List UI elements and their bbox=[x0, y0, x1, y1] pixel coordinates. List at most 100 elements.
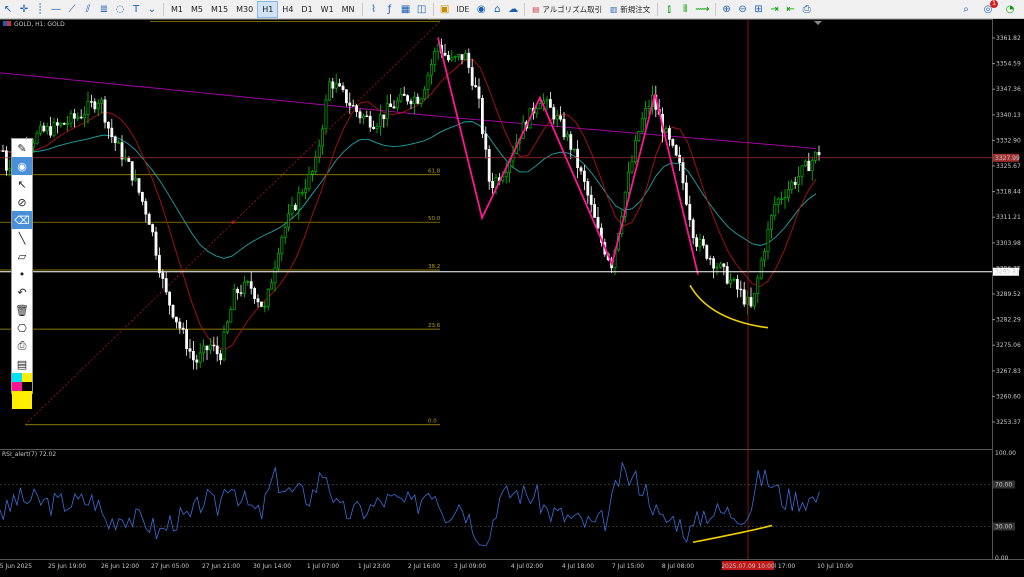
timeframe-h1[interactable]: H1 bbox=[257, 0, 279, 18]
pen-icon[interactable]: ✎ bbox=[12, 139, 32, 157]
camera-icon[interactable]: ⎔ bbox=[12, 319, 32, 337]
candle-body bbox=[565, 134, 569, 138]
line-icon[interactable]: ╲ bbox=[12, 229, 32, 247]
candle-body bbox=[491, 181, 495, 188]
timeframe-m1[interactable]: M1 bbox=[167, 1, 187, 18]
candles-icon[interactable]: ⦀ bbox=[677, 1, 693, 18]
templates-icon[interactable]: ▦ bbox=[398, 1, 414, 18]
timeframe-w1[interactable]: W1 bbox=[317, 1, 338, 18]
fibonacci-icon[interactable]: ≣ bbox=[96, 1, 112, 18]
dot-icon[interactable]: • bbox=[12, 265, 32, 283]
vertical-line-icon[interactable]: ┊ bbox=[32, 1, 48, 18]
candle-body bbox=[402, 93, 406, 96]
candle-body bbox=[110, 127, 114, 138]
trash-icon[interactable]: 🗑 bbox=[12, 301, 32, 319]
eraser-icon[interactable]: ⌫ bbox=[12, 211, 32, 229]
scroll-chart-icon[interactable]: ⇥ bbox=[767, 1, 783, 18]
candle-body bbox=[66, 122, 70, 125]
search-icon[interactable]: ⌕ bbox=[958, 1, 974, 18]
candle-body bbox=[263, 305, 267, 308]
candle-body bbox=[559, 115, 563, 120]
channel-icon[interactable]: ⫽ bbox=[80, 1, 96, 18]
zoom-in-icon[interactable]: ⊕ bbox=[719, 1, 735, 18]
fib-level-label: 50.0 bbox=[428, 216, 441, 222]
timeframe-m5[interactable]: M5 bbox=[187, 1, 207, 18]
trendline-icon[interactable]: ⟋ bbox=[64, 1, 80, 18]
candle-body bbox=[586, 181, 590, 196]
candle-body bbox=[38, 125, 42, 134]
candle-body bbox=[178, 321, 182, 329]
candle-body bbox=[175, 316, 178, 323]
palette-icon[interactable] bbox=[12, 373, 32, 391]
candle-body bbox=[93, 101, 97, 110]
candle-body bbox=[256, 298, 260, 303]
candle-body bbox=[504, 172, 508, 178]
candle-body bbox=[708, 258, 712, 260]
shapes-icon[interactable]: ◌ bbox=[112, 1, 128, 18]
candle-body bbox=[375, 125, 379, 130]
market-icon[interactable]: ⌂ bbox=[489, 1, 505, 18]
color-yellow-icon[interactable] bbox=[12, 391, 32, 409]
algo-trading-label: アルゴリズム取引 bbox=[542, 4, 603, 14]
candle-body bbox=[535, 108, 539, 114]
editor-icon[interactable]: ▣ bbox=[437, 1, 453, 18]
clipboard-icon[interactable]: ▤ bbox=[12, 355, 32, 373]
candle-body bbox=[562, 118, 566, 138]
algo-trading-button[interactable]: ▤ アルゴリズム取引 bbox=[528, 1, 606, 18]
eye-icon[interactable]: ◉ bbox=[12, 157, 32, 175]
line-chart-icon[interactable]: ⟿ bbox=[693, 1, 711, 18]
arrow-icon[interactable]: ↖ bbox=[12, 175, 32, 193]
timeframe-d1[interactable]: D1 bbox=[297, 1, 316, 18]
candle-body bbox=[678, 154, 682, 163]
price-tick-label: 3347.36 bbox=[996, 86, 1021, 93]
candle-body bbox=[803, 160, 807, 167]
timeframe-h4[interactable]: H4 bbox=[278, 1, 297, 18]
crosshair-icon[interactable]: ✛ bbox=[16, 1, 32, 18]
cursor-icon[interactable]: ↖ bbox=[0, 1, 16, 18]
timeframe-m15[interactable]: M15 bbox=[207, 1, 232, 18]
signal-strength-icon[interactable]: ◔ bbox=[1002, 1, 1018, 18]
zoom-out-icon[interactable]: ⊖ bbox=[735, 1, 751, 18]
tile-windows-icon[interactable]: ⊞ bbox=[751, 1, 767, 18]
candle-body bbox=[141, 192, 144, 202]
candle-body bbox=[735, 278, 739, 290]
chart-type-icon[interactable]: ⌇ bbox=[366, 1, 382, 18]
separator bbox=[361, 2, 363, 16]
timeframe-m30[interactable]: M30 bbox=[232, 1, 257, 18]
ide-button[interactable]: IDE bbox=[453, 1, 474, 18]
price-tick-label: 3325.67 bbox=[996, 163, 1021, 170]
chart-background bbox=[0, 19, 1024, 577]
notification-area[interactable]: ◎ 1 bbox=[980, 0, 998, 18]
horizontal-line-icon[interactable]: — bbox=[48, 1, 64, 18]
bars-icon[interactable]: ⫾ bbox=[661, 1, 677, 18]
candle-body bbox=[555, 115, 559, 120]
candle-body bbox=[763, 251, 767, 261]
more-tools-icon[interactable]: ⌄ bbox=[144, 1, 160, 18]
objects-icon[interactable]: ◫ bbox=[414, 1, 430, 18]
hline-price-label: 3295.81 bbox=[995, 269, 1020, 276]
time-label: 25 Jun 2025 bbox=[0, 563, 32, 570]
fib-level-label: 23.6 bbox=[428, 323, 441, 329]
price-chart[interactable]: GOLD, H1: GOLD RSI_alert(7) 72.02 100.0 6… bbox=[0, 19, 1024, 577]
text-icon[interactable]: T bbox=[128, 1, 144, 18]
candle-body bbox=[90, 101, 93, 103]
undo-icon[interactable]: ↶ bbox=[12, 283, 32, 301]
indicators-icon[interactable]: ƒ bbox=[382, 1, 398, 18]
candle-body bbox=[266, 288, 270, 307]
vps-icon[interactable]: ☁ bbox=[505, 1, 521, 18]
ruler-icon[interactable]: ▱ bbox=[12, 247, 32, 265]
screenshot-toolbar-icon[interactable]: ⎙ bbox=[799, 1, 815, 18]
new-order-button[interactable]: ▥ 新規注文 bbox=[606, 1, 654, 18]
screenshot-icon[interactable]: ⎙ bbox=[12, 337, 32, 355]
candle-body bbox=[59, 122, 63, 126]
timeframe-mn[interactable]: MN bbox=[338, 1, 359, 18]
chart-shift-icon[interactable]: ⇤ bbox=[783, 1, 799, 18]
symbol-title: GOLD, H1: GOLD bbox=[14, 21, 65, 28]
signal-icon[interactable]: ◉ bbox=[473, 1, 489, 18]
candle-body bbox=[249, 281, 253, 289]
candle-body bbox=[780, 198, 784, 201]
candle-body bbox=[793, 181, 797, 185]
candle-body bbox=[630, 161, 634, 173]
candle-body bbox=[96, 102, 100, 110]
crossed-pen-icon[interactable]: ⊘ bbox=[12, 193, 32, 211]
